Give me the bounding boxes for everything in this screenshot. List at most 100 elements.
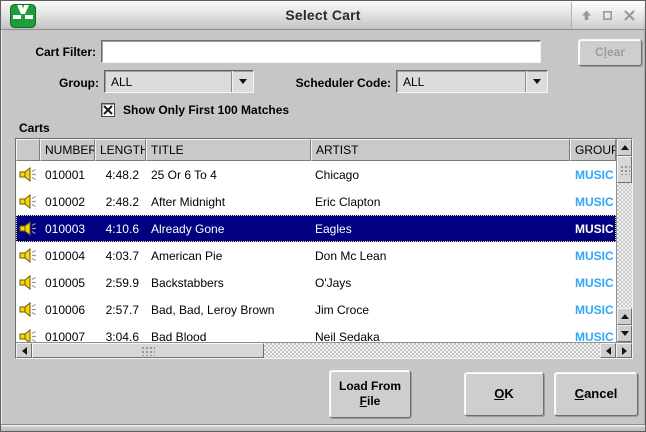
shade-icon bbox=[580, 9, 593, 22]
show-only-first-100-label: Show Only First 100 Matches bbox=[123, 103, 289, 117]
maximize-icon bbox=[601, 9, 614, 22]
cart-artist-cell: Eagles bbox=[311, 222, 570, 236]
arrow-up-icon bbox=[621, 145, 629, 150]
window-controls bbox=[571, 2, 643, 29]
table-row[interactable]: 010006 2:57.7 Bad, Bad, Leroy Brown Jim … bbox=[16, 296, 616, 323]
table-body: 010001 4:48.2 25 Or 6 To 4 Chicago MUSIC… bbox=[16, 161, 616, 342]
thumb-grip bbox=[620, 165, 630, 175]
vertical-scrollbar bbox=[616, 139, 632, 342]
checkbox-x-mark-icon bbox=[103, 105, 113, 115]
arrow-left-icon bbox=[606, 347, 611, 355]
table-row[interactable]: 010002 2:48.2 After Midnight Eric Clapto… bbox=[16, 188, 616, 215]
audio-cart-cell bbox=[16, 248, 40, 263]
cart-title-cell: Bad, Bad, Leroy Brown bbox=[146, 303, 311, 317]
cart-group-cell: MUSIC bbox=[570, 303, 616, 317]
cart-group-cell: MUSIC bbox=[570, 195, 616, 209]
clear-button[interactable]: Clear bbox=[578, 39, 642, 66]
arrow-left-icon bbox=[22, 347, 27, 355]
scheduler-code-dropdown-arrow bbox=[525, 71, 547, 92]
column-header-artist[interactable]: ARTIST bbox=[311, 139, 570, 161]
cart-artist-cell: Chicago bbox=[311, 168, 570, 182]
group-dropdown[interactable]: ALL bbox=[104, 70, 254, 93]
table-row[interactable]: 010001 4:48.2 25 Or 6 To 4 Chicago MUSIC bbox=[16, 161, 616, 188]
scroll-right-button[interactable] bbox=[616, 343, 632, 358]
table-row[interactable]: 010005 2:59.9 Backstabbers O'Jays MUSIC bbox=[16, 269, 616, 296]
window-bottom-frame bbox=[1, 424, 645, 431]
column-header-number[interactable]: NUMBER bbox=[40, 139, 95, 161]
horizontal-scrollbar-thumb[interactable] bbox=[32, 343, 264, 358]
cart-length-cell: 4:10.6 bbox=[95, 222, 146, 236]
cart-number-cell: 010005 bbox=[40, 276, 95, 290]
cancel-button[interactable]: Cancel bbox=[554, 372, 638, 416]
scroll-left-button[interactable] bbox=[16, 343, 32, 358]
speaker-icon bbox=[19, 194, 38, 209]
column-header-icon[interactable] bbox=[16, 139, 40, 161]
scroll-up-button[interactable] bbox=[617, 139, 632, 156]
maximize-window-button[interactable] bbox=[601, 9, 615, 23]
cart-group-cell: MUSIC bbox=[570, 276, 616, 290]
table-row[interactable]: 010007 3:04.6 Bad Blood Neil Sedaka MUSI… bbox=[16, 323, 616, 342]
cart-artist-cell: Don Mc Lean bbox=[311, 249, 570, 263]
window-title: Select Cart bbox=[1, 7, 645, 23]
carts-table-header: NUMBER LENGTH TITLE ARTIST GROUP bbox=[16, 139, 616, 161]
audio-cart-cell bbox=[16, 221, 40, 236]
table-row[interactable]: 010003 4:10.6 Already Gone Eagles MUSIC bbox=[16, 215, 616, 242]
cart-group-cell: MUSIC bbox=[570, 168, 616, 182]
arrow-down-icon bbox=[621, 331, 629, 336]
speaker-icon bbox=[19, 302, 38, 317]
audio-cart-cell bbox=[16, 167, 40, 182]
audio-cart-cell bbox=[16, 194, 40, 209]
speaker-icon bbox=[19, 275, 38, 290]
carts-section-label: Carts bbox=[19, 121, 50, 135]
carts-table-main: NUMBER LENGTH TITLE ARTIST GROUP 010001 … bbox=[16, 139, 616, 342]
audio-cart-cell bbox=[16, 275, 40, 290]
column-header-title[interactable]: TITLE bbox=[146, 139, 311, 161]
horizontal-scrollbar bbox=[16, 342, 632, 358]
cart-number-cell: 010004 bbox=[40, 249, 95, 263]
cart-number-cell: 010002 bbox=[40, 195, 95, 209]
scheduler-code-dropdown-value: ALL bbox=[397, 75, 525, 89]
vertical-scrollbar-trough[interactable] bbox=[617, 183, 632, 308]
group-dropdown-value: ALL bbox=[105, 75, 231, 89]
cart-group-cell: MUSIC bbox=[570, 222, 616, 236]
audio-cart-cell bbox=[16, 302, 40, 317]
cart-number-cell: 010006 bbox=[40, 303, 95, 317]
cart-number-cell: 010003 bbox=[40, 222, 95, 236]
load-from-file-button[interactable]: Load From File bbox=[329, 370, 411, 418]
chevron-down-icon bbox=[533, 79, 541, 84]
cart-number-cell: 010001 bbox=[40, 168, 95, 182]
column-header-group[interactable]: GROUP bbox=[570, 139, 616, 161]
cart-length-cell: 4:48.2 bbox=[95, 168, 146, 182]
close-icon bbox=[623, 9, 636, 22]
cart-filter-input[interactable] bbox=[101, 40, 541, 63]
column-header-length[interactable]: LENGTH bbox=[95, 139, 146, 161]
scroll-left-button-right[interactable] bbox=[600, 343, 616, 358]
cart-title-cell: Already Gone bbox=[146, 222, 311, 236]
group-label: Group: bbox=[1, 76, 99, 90]
cart-length-cell: 4:03.7 bbox=[95, 249, 146, 263]
table-row[interactable]: 010004 4:03.7 American Pie Don Mc Lean M… bbox=[16, 242, 616, 269]
titlebar[interactable]: Select Cart bbox=[1, 1, 645, 30]
vertical-scrollbar-thumb[interactable] bbox=[617, 156, 632, 183]
speaker-icon bbox=[19, 329, 38, 342]
show-only-first-100-checkbox[interactable] bbox=[101, 103, 115, 117]
speaker-icon bbox=[19, 221, 38, 236]
cart-length-cell: 2:48.2 bbox=[95, 195, 146, 209]
select-cart-dialog: Select Cart Cart Filter: Clear Gr bbox=[0, 0, 646, 432]
ok-button[interactable]: OK bbox=[464, 372, 544, 416]
horizontal-scrollbar-trough[interactable] bbox=[264, 343, 600, 358]
speaker-icon bbox=[19, 248, 38, 263]
cart-length-cell: 2:59.9 bbox=[95, 276, 146, 290]
scheduler-code-dropdown[interactable]: ALL bbox=[396, 70, 548, 93]
scroll-down-button[interactable] bbox=[617, 325, 632, 342]
scheduler-code-label: Scheduler Code: bbox=[241, 76, 391, 90]
cart-title-cell: 25 Or 6 To 4 bbox=[146, 168, 311, 182]
shade-window-button[interactable] bbox=[579, 9, 593, 23]
cart-title-cell: Backstabbers bbox=[146, 276, 311, 290]
close-window-button[interactable] bbox=[622, 9, 636, 23]
speaker-icon bbox=[19, 167, 38, 182]
cart-title-cell: American Pie bbox=[146, 249, 311, 263]
scroll-up-button-bottom[interactable] bbox=[617, 308, 632, 325]
cart-group-cell: MUSIC bbox=[570, 330, 616, 343]
cart-length-cell: 2:57.7 bbox=[95, 303, 146, 317]
